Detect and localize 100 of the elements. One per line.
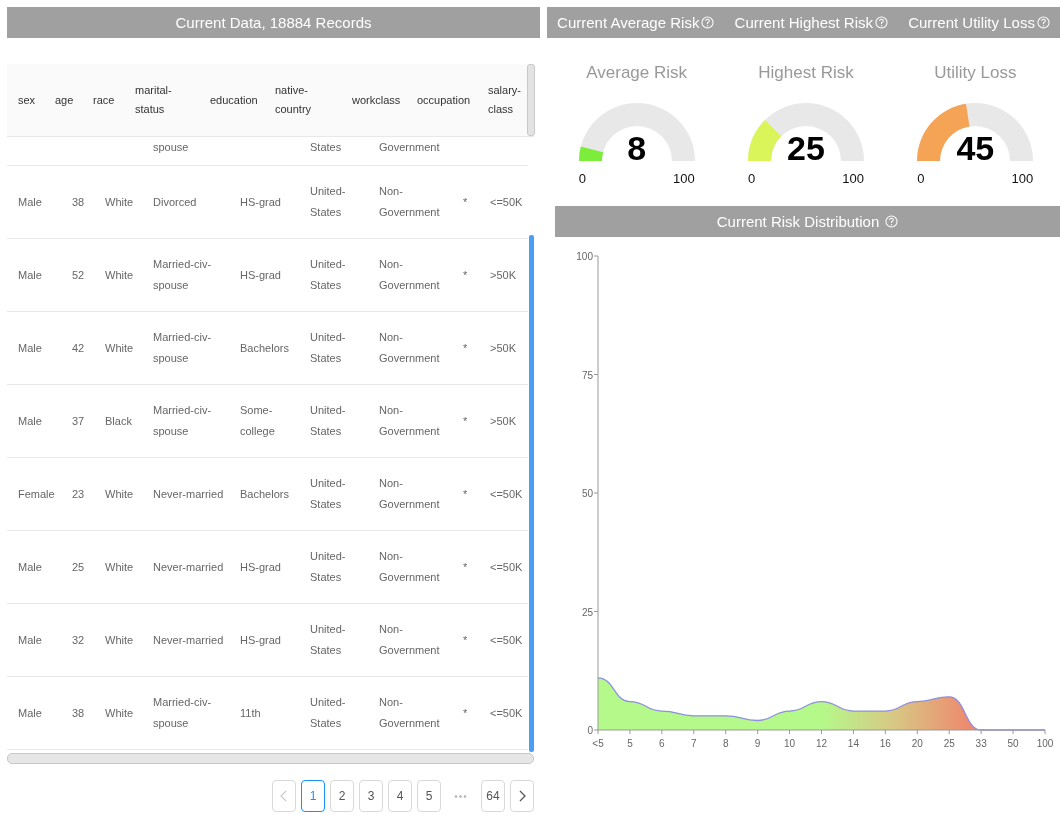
chevron-right-icon	[518, 790, 526, 802]
column-header: salary- class	[487, 83, 521, 117]
table-cell: Non- Government	[379, 258, 440, 291]
table-cell: White	[105, 560, 134, 573]
table-cell: United- States	[310, 623, 346, 656]
table-cell: Female	[18, 487, 55, 500]
previous-page-button[interactable]	[272, 780, 296, 812]
column-header: education	[209, 92, 258, 108]
metric-title: Current Average Risk	[557, 14, 700, 31]
gauge-value: 8	[627, 131, 647, 165]
panel-header: Current Data, 18884 Records	[7, 7, 540, 38]
table-cell: Non- Government	[379, 477, 440, 510]
gauge-title: Utility Loss	[934, 63, 1017, 83]
table-cell: United- States	[310, 404, 346, 437]
table-cell: Non- Government	[379, 550, 440, 583]
gauge-max-label: 100	[672, 171, 695, 186]
table-cell: United- States	[310, 185, 346, 218]
table-cell: 38	[72, 706, 85, 719]
table-cell: Bachelors	[240, 487, 289, 500]
y-tick-label: 50	[581, 488, 593, 499]
scrollbar-thumb[interactable]	[529, 235, 534, 752]
table-cell: <=50K	[490, 195, 523, 208]
x-tick-label: 33	[975, 738, 987, 749]
table-cell: HS-grad	[240, 633, 281, 646]
table-cell: United- States	[310, 477, 346, 510]
table-cell: States	[310, 141, 342, 153]
table-cell: *	[463, 560, 468, 573]
chevron-left-icon	[280, 790, 288, 802]
x-tick-label: 25	[943, 738, 955, 749]
y-tick-label: 75	[581, 369, 593, 381]
table-cell: Non- Government	[379, 623, 440, 656]
column-header: marital- status	[134, 83, 172, 117]
table-cell: <=50K	[490, 706, 523, 719]
page-button[interactable]: 5	[417, 780, 441, 812]
gauge-min-label: 0	[748, 171, 756, 186]
table-cell: United- States	[310, 331, 346, 364]
horizontal-scrollbar[interactable]	[7, 753, 534, 764]
table-cell: 32	[72, 633, 85, 646]
metric-title: Current Utility Loss	[908, 14, 1035, 31]
gauge-max-label: 100	[1011, 171, 1034, 186]
table-cell: *	[463, 195, 468, 208]
table-cell: 11th	[240, 706, 261, 719]
table-cell: <=50K	[490, 560, 523, 573]
x-tick-label: 6	[659, 738, 665, 749]
table-cell: *	[463, 268, 468, 281]
table-cell: Married-civ- spouse	[153, 404, 212, 437]
help-icon[interactable]	[1036, 16, 1050, 29]
table-cell: White	[105, 341, 134, 354]
x-tick-label: 7	[691, 738, 697, 749]
table-cell: HS-grad	[240, 268, 281, 281]
page-button[interactable]: 64	[481, 780, 505, 812]
column-header: native- country	[274, 83, 312, 117]
table-cell: *	[463, 487, 468, 500]
x-tick-label: 20	[911, 738, 923, 749]
table-cell: Male	[18, 706, 42, 719]
x-tick-label: 8	[722, 738, 729, 749]
help-icon[interactable]	[875, 16, 888, 29]
table-cell: <=50K	[490, 633, 523, 646]
table-cell: Non- Government	[379, 696, 440, 729]
x-tick-label: 100	[1036, 738, 1054, 749]
table-cell: Never-married	[153, 560, 224, 573]
table-cell: Non- Government	[379, 404, 440, 437]
table-cell: United- States	[310, 258, 346, 291]
page-button[interactable]: 2	[330, 780, 354, 812]
table-cell: 23	[72, 487, 85, 500]
table-cell: Bachelors	[240, 341, 289, 354]
table-cell: 37	[72, 414, 85, 427]
table-cell: Never-married	[153, 633, 224, 646]
table-cell: Non- Government	[379, 185, 440, 218]
table-cell: *	[463, 414, 468, 427]
column-header: sex	[17, 92, 36, 108]
gauge-value: 25	[787, 131, 825, 165]
table-cell: Divorced	[153, 195, 197, 208]
help-icon[interactable]	[885, 215, 899, 228]
table-cell: *	[463, 706, 468, 719]
page-button[interactable]: 4	[388, 780, 412, 812]
table-cell: 52	[72, 268, 85, 281]
gauge-title: Average Risk	[586, 63, 688, 83]
x-tick-label: 9	[754, 738, 761, 749]
table-cell: United- States	[310, 550, 346, 583]
table-cell: Male	[18, 560, 42, 573]
table-cell: Male	[18, 195, 42, 208]
page-button[interactable]: 3	[359, 780, 383, 812]
column-header: occupation	[416, 92, 471, 108]
table-cell: White	[105, 706, 134, 719]
chart-title: Current Risk Distribution	[716, 213, 880, 230]
y-tick-label: 0	[587, 725, 593, 736]
x-tick-label: 16	[879, 738, 891, 749]
table-cell: Some- college	[240, 404, 275, 437]
metric-title: Current Highest Risk	[734, 14, 873, 31]
table-cell: Married-civ- spouse	[153, 258, 212, 291]
table-cell: 38	[72, 195, 85, 208]
table-cell: >50K	[490, 414, 516, 427]
table-cell: Married-civ- spouse	[153, 331, 212, 364]
scrollbar-thumb[interactable]	[527, 64, 535, 136]
table-cell: Male	[18, 268, 42, 281]
table-cell: >50K	[490, 268, 516, 281]
help-icon[interactable]	[701, 16, 715, 29]
table-cell: Non- Government	[379, 331, 440, 364]
next-page-button[interactable]	[510, 780, 534, 812]
